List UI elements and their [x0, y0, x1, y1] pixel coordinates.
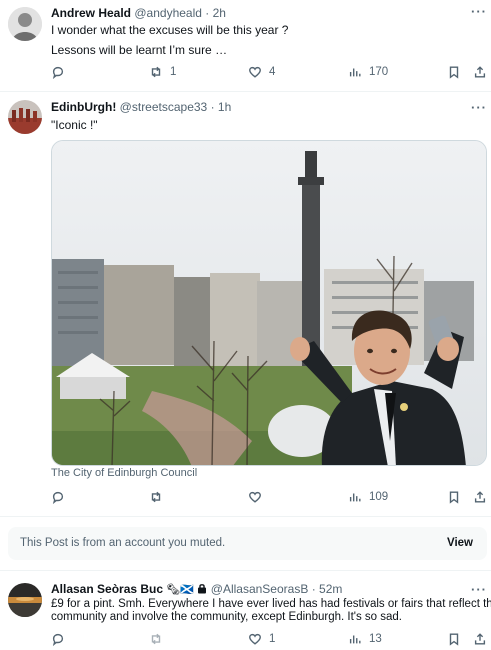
reply-button[interactable] — [51, 631, 72, 647]
reply-icon — [52, 66, 64, 79]
view-count: 170 — [369, 66, 389, 78]
post-text-line: I wonder what the excuses will be this y… — [51, 23, 289, 37]
post-text-line: Lessons will be learnt I’m sure … — [51, 43, 228, 57]
share-button[interactable] — [473, 64, 487, 80]
post-header: Allasan Seòras Buc 🗞🏴󠁧󠁢󠁳󠁣󠁴󠁿 @AllasanSeor… — [51, 582, 342, 597]
share-icon — [474, 633, 486, 645]
share-icon — [474, 66, 486, 78]
repost-button[interactable] — [149, 489, 170, 505]
avatar[interactable] — [8, 583, 42, 617]
view-muted-post-button[interactable]: View — [447, 537, 473, 549]
avatar[interactable] — [8, 7, 42, 41]
handle[interactable]: @AllasanSeorasB — [211, 582, 309, 596]
muted-post-notice: This Post is from an account you muted. … — [8, 527, 487, 560]
more-options-button[interactable]: ··· — [471, 4, 487, 19]
timestamp[interactable]: · 52m — [312, 582, 343, 596]
like-button[interactable] — [248, 489, 269, 505]
reply-button[interactable] — [51, 489, 72, 505]
analytics-icon — [349, 635, 361, 644]
repost-icon — [151, 633, 161, 645]
post-text: I wonder what the excuses will be this y… — [51, 23, 288, 58]
reply-icon — [52, 633, 64, 646]
heart-icon — [249, 66, 261, 78]
like-button[interactable]: 4 — [248, 64, 275, 80]
view-count: 13 — [369, 633, 382, 645]
display-name[interactable]: Andrew Heald — [51, 6, 131, 20]
view-count: 109 — [369, 491, 389, 503]
views-button[interactable]: 13 — [348, 631, 382, 647]
post-image[interactable] — [51, 140, 487, 466]
heart-icon — [249, 491, 261, 503]
views-button[interactable]: 170 — [348, 64, 388, 80]
bookmark-button[interactable] — [447, 489, 461, 505]
bookmark-button[interactable] — [447, 631, 461, 647]
post-text: £9 for a pint. Smh. Everywhere I have ev… — [51, 598, 491, 624]
repost-count: 1 — [170, 66, 177, 78]
bookmark-icon — [449, 66, 459, 79]
action-bar: 1 4 170 — [51, 64, 487, 80]
display-name[interactable]: Allasan Seòras Buc — [51, 582, 163, 596]
post-text-line: community and involve the community, exc… — [51, 611, 402, 623]
handle[interactable]: @streetscape33 — [120, 100, 208, 114]
share-button[interactable] — [473, 631, 487, 647]
handle[interactable]: @andyheald — [134, 6, 202, 20]
like-count: 4 — [269, 66, 276, 78]
bookmark-icon — [449, 491, 459, 504]
analytics-icon — [349, 493, 361, 502]
more-options-button[interactable]: ··· — [471, 100, 487, 115]
repost-button[interactable]: 1 — [149, 64, 176, 80]
analytics-icon — [349, 68, 361, 77]
post-text-line: "Iconic !" — [51, 118, 98, 132]
timestamp[interactable]: · 1h — [211, 100, 232, 114]
action-bar: 109 — [51, 489, 487, 505]
muted-message: This Post is from an account you muted. — [20, 537, 226, 549]
timestamp[interactable]: · 2h — [205, 6, 226, 20]
like-button[interactable]: 1 — [248, 631, 275, 647]
views-button[interactable]: 109 — [348, 489, 388, 505]
edinburgh-square-image — [52, 141, 486, 465]
repost-button[interactable] — [149, 631, 170, 647]
post-header: Andrew Heald @andyheald · 2h — [51, 6, 226, 20]
bookmark-button[interactable] — [447, 64, 461, 80]
avatar[interactable] — [8, 100, 42, 134]
action-bar: 1 13 — [51, 631, 487, 647]
post-allasan[interactable]: Allasan Seòras Buc 🗞🏴󠁧󠁢󠁳󠁣󠁴󠁿 @AllasanSeor… — [0, 571, 491, 650]
like-count: 1 — [269, 633, 276, 645]
repost-icon — [151, 66, 161, 78]
divider — [0, 516, 491, 517]
reply-button[interactable] — [51, 64, 72, 80]
display-name[interactable]: EdinbUrgh! — [51, 100, 116, 114]
post-text: "Iconic !" — [51, 118, 98, 133]
heart-icon — [249, 633, 261, 645]
share-button[interactable] — [473, 489, 487, 505]
name-badges: 🗞🏴󠁧󠁢󠁳󠁣󠁴󠁿 — [166, 584, 195, 596]
reply-icon — [52, 491, 64, 504]
repost-icon — [151, 491, 161, 503]
lock-icon — [197, 583, 207, 597]
post-text-line: £9 for a pint. Smh. Everywhere I have ev… — [51, 598, 491, 610]
post-andrew-heald[interactable]: Andrew Heald @andyheald · 2h ··· I wonde… — [0, 0, 491, 92]
share-icon — [474, 491, 486, 503]
post-header: EdinbUrgh! @streetscape33 · 1h — [51, 100, 231, 114]
more-options-button[interactable]: ··· — [471, 582, 487, 597]
image-source-caption[interactable]: The City of Edinburgh Council — [51, 467, 197, 479]
bookmark-icon — [449, 633, 459, 646]
